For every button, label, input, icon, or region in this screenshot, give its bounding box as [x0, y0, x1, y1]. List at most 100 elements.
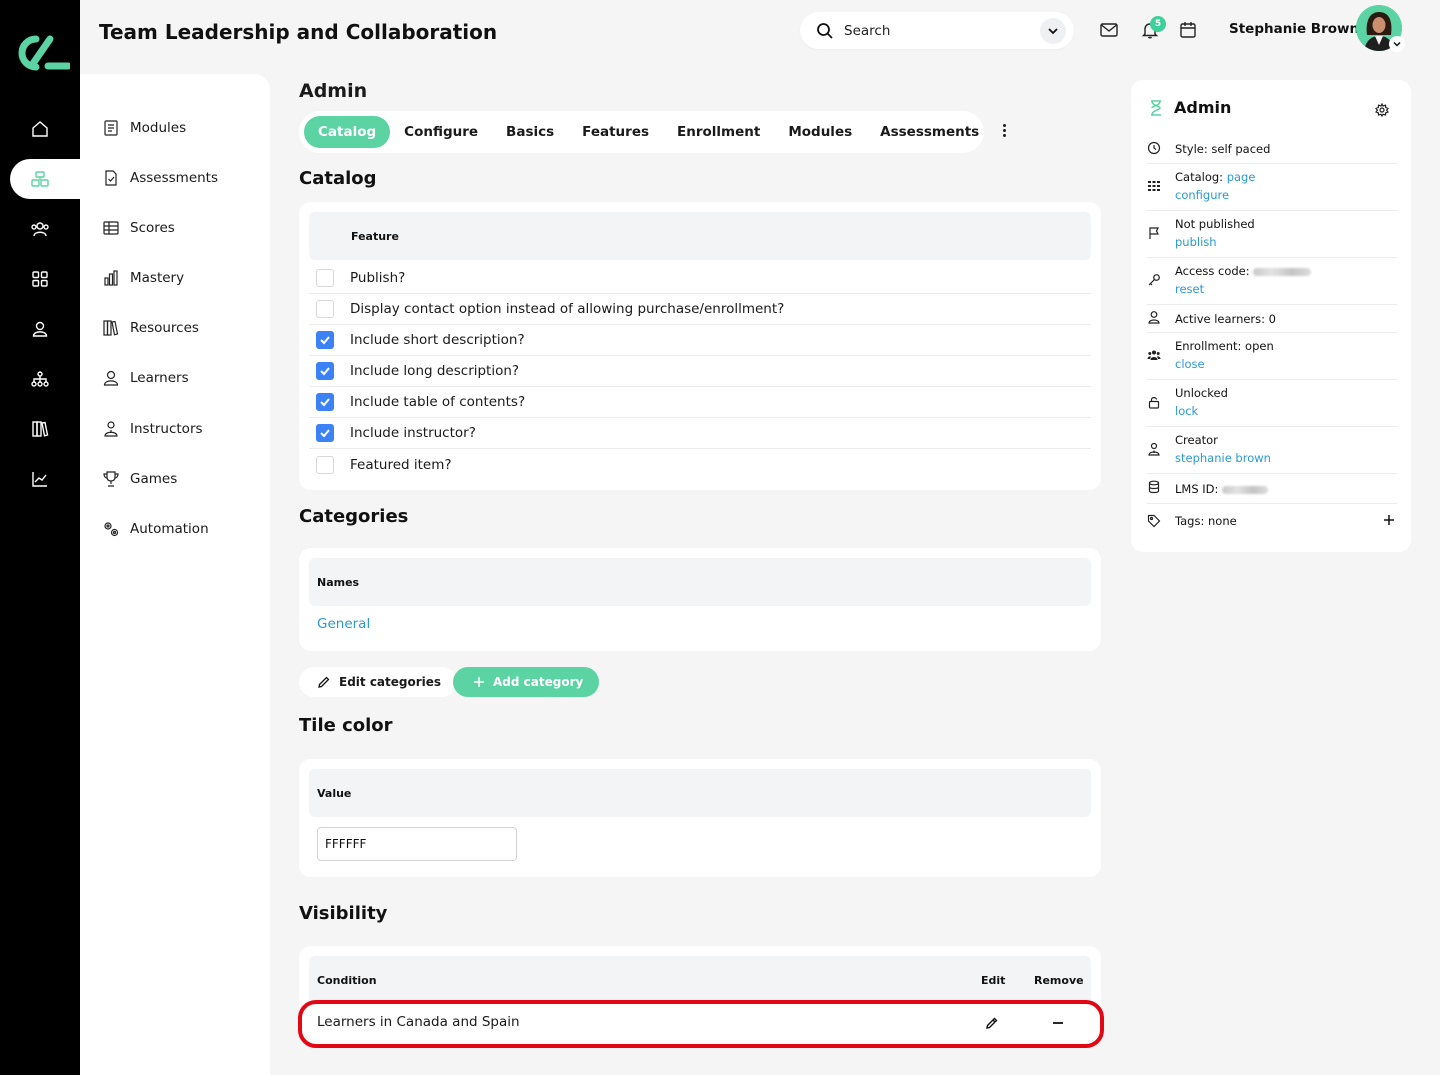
catalog-label: Catalog: — [1175, 170, 1224, 184]
tab-modules[interactable]: Modules — [774, 116, 866, 148]
account-menu-toggle[interactable] — [1389, 36, 1405, 52]
courses-icon[interactable] — [10, 159, 90, 199]
users-icon[interactable] — [0, 209, 80, 249]
user-icon — [103, 370, 119, 386]
creator-icon — [1148, 442, 1160, 456]
catalog-card: Feature Publish? Display contact option … — [299, 202, 1101, 490]
tags-row: Tags: none — [1147, 504, 1397, 538]
calendar-icon[interactable] — [1178, 20, 1198, 40]
long-description-checkbox[interactable] — [316, 362, 334, 380]
tab-enrollment[interactable]: Enrollment — [663, 116, 774, 148]
tile-color-input[interactable] — [317, 827, 517, 861]
mail-icon[interactable] — [1099, 20, 1119, 40]
org-chart-icon[interactable] — [0, 359, 80, 399]
tab-features[interactable]: Features — [568, 116, 663, 148]
tab-catalog[interactable]: Catalog — [304, 116, 391, 148]
add-tag-plus-icon[interactable] — [1383, 514, 1395, 526]
edit-categories-label: Edit categories — [339, 675, 442, 689]
enrollment-row: Enrollment: open close — [1147, 333, 1397, 380]
subnav-item-instructors[interactable]: Instructors — [102, 414, 203, 444]
active-learners-row: Active learners: 0 — [1147, 305, 1397, 333]
person-icon[interactable] — [0, 309, 80, 349]
subnav-item-mastery[interactable]: Mastery — [102, 263, 184, 293]
catalog-title: Catalog — [299, 168, 377, 189]
access-code-reset-link[interactable]: reset — [1175, 280, 1204, 298]
brand-logo[interactable] — [10, 30, 70, 76]
enrollment-close-link[interactable]: close — [1175, 355, 1205, 373]
tab-assessments[interactable]: Assessments — [866, 116, 993, 148]
table-of-contents-checkbox[interactable] — [316, 393, 334, 411]
edit-condition-pencil-icon[interactable] — [985, 1016, 999, 1030]
gears-icon — [104, 522, 119, 537]
visibility-card: Condition Edit Remove Learners in Canada… — [299, 946, 1101, 1046]
publish-link[interactable]: publish — [1175, 233, 1217, 251]
library-icon[interactable] — [0, 409, 80, 449]
unlock-icon — [1148, 397, 1160, 409]
check-icon — [320, 336, 330, 345]
subnav-item-automation[interactable]: Automation — [102, 514, 209, 544]
active-learners-label: Active learners: 0 — [1175, 312, 1277, 326]
tile-color-title: Tile color — [299, 715, 393, 736]
subnav-item-assessments[interactable]: Assessments — [102, 163, 218, 193]
feature-row: Featured item? — [309, 449, 1091, 480]
subnav-item-label: Instructors — [130, 421, 203, 437]
catalog-configure-link[interactable]: configure — [1175, 186, 1229, 204]
add-category-button[interactable]: Add category — [453, 667, 600, 697]
gear-icon[interactable] — [1375, 103, 1389, 117]
subnav-item-modules[interactable]: Modules — [102, 113, 186, 143]
categories-title: Categories — [299, 506, 409, 527]
edit-column-header: Edit — [981, 973, 1006, 987]
contact-option-checkbox[interactable] — [316, 300, 334, 318]
search-scope-dropdown[interactable] — [1040, 18, 1066, 44]
trophy-icon — [103, 471, 119, 487]
access-code-row: Access code: reset — [1147, 258, 1397, 305]
visibility-table-header: Condition Edit Remove — [309, 956, 1091, 1004]
more-options-icon[interactable] — [996, 122, 1012, 138]
publish-checkbox[interactable] — [316, 269, 334, 287]
instructor-checkbox[interactable] — [316, 424, 334, 442]
subnav-item-resources[interactable]: Resources — [102, 313, 199, 343]
feature-row: Include short description? — [309, 325, 1091, 356]
chevron-down-icon — [1393, 41, 1401, 47]
subnav-item-learners[interactable]: Learners — [102, 363, 189, 393]
feature-column-header: Feature — [309, 212, 1091, 260]
subnav-item-scores[interactable]: Scores — [102, 213, 175, 243]
lock-link[interactable]: lock — [1175, 402, 1198, 420]
feature-row: Display contact option instead of allowi… — [309, 294, 1091, 325]
tab-basics[interactable]: Basics — [492, 116, 568, 148]
instructor-icon — [104, 421, 118, 437]
creator-link[interactable]: stephanie brown — [1175, 449, 1271, 467]
edit-categories-button[interactable]: Edit categories — [299, 667, 458, 697]
visibility-title: Visibility — [299, 903, 388, 924]
remove-condition-minus-icon[interactable] — [1051, 1016, 1065, 1030]
search-label: Search — [844, 22, 891, 39]
grid-icon[interactable] — [0, 259, 80, 299]
category-link-general[interactable]: General — [317, 616, 370, 632]
feature-row: Include long description? — [309, 356, 1091, 387]
featured-item-checkbox[interactable] — [316, 455, 334, 474]
style-label: Style: self paced — [1175, 142, 1271, 156]
feature-label: Include long description? — [350, 363, 520, 379]
style-row: Style: self paced — [1147, 138, 1397, 164]
catalog-page-link[interactable]: page — [1227, 170, 1256, 184]
feature-label: Display contact option instead of allowi… — [350, 301, 785, 317]
home-icon[interactable] — [0, 109, 80, 149]
access-code-label: Access code: — [1175, 264, 1250, 278]
lms-id-row: LMS ID: — [1147, 474, 1397, 504]
redacted-access-code — [1253, 267, 1312, 276]
tag-icon — [1147, 514, 1161, 528]
feature-label: Include short description? — [350, 332, 525, 348]
feature-label: Include instructor? — [350, 425, 476, 441]
names-column-header: Names — [309, 558, 1091, 606]
subnav-item-games[interactable]: Games — [102, 464, 177, 494]
user-icon — [1148, 311, 1160, 324]
group-icon — [1147, 350, 1161, 360]
user-name[interactable]: Stephanie Brown — [1229, 21, 1359, 37]
analytics-icon[interactable] — [0, 459, 80, 499]
tab-configure[interactable]: Configure — [390, 116, 492, 148]
admin-tabs: Catalog Configure Basics Features Enroll… — [299, 111, 984, 153]
library-icon — [103, 320, 119, 336]
short-description-checkbox[interactable] — [316, 331, 334, 349]
check-icon — [320, 429, 330, 438]
search-box[interactable]: Search — [800, 12, 1074, 49]
